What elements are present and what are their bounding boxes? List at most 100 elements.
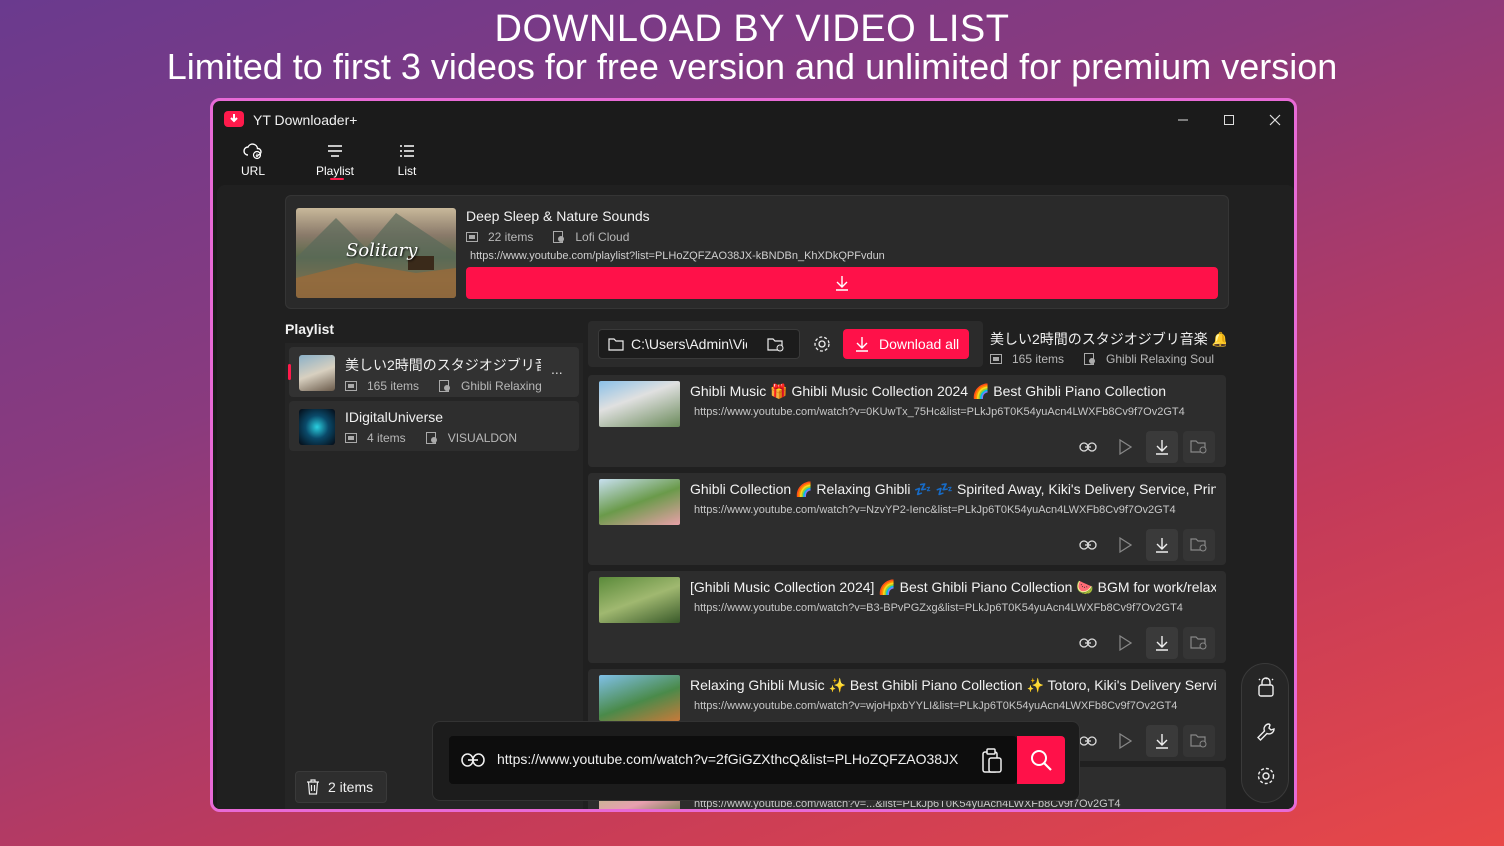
sidebar-item-ghibli[interactable]: 美しい2時間のスタジオジブリ音楽 🔔 165 items Ghibli Rela… [288, 347, 579, 397]
tab-playlist[interactable]: Playlist [305, 141, 365, 181]
video-url: https://www.youtube.com/watch?v=B3-BPvPG… [694, 602, 1183, 614]
download-icon [1156, 734, 1168, 749]
video-url: https://www.youtube.com/watch?v=NzvYP2-I… [694, 504, 1176, 516]
playlist-info-card: Solitary Deep Sleep & Nature Sounds 22 i… [285, 195, 1229, 309]
open-folder-button[interactable] [1183, 627, 1215, 659]
video-title: Ghibli Collection 🌈 Relaxing Ghibli 💤 💤 … [690, 481, 1216, 497]
tab-list-label: List [397, 164, 417, 178]
sidebar-item-name: IDigitalUniverse [345, 409, 444, 425]
url-input[interactable]: https://www.youtube.com/watch?v=2fGiGZXt… [449, 736, 1017, 784]
selected-indicator [288, 364, 291, 380]
clipboard-icon [982, 748, 1002, 773]
app-logo-icon [224, 111, 244, 127]
video-url: https://www.youtube.com/watch?v=wjoHpxbY… [694, 700, 1178, 712]
download-icon [1156, 538, 1168, 553]
download-playlist-button[interactable] [466, 267, 1218, 299]
link-icon [1079, 540, 1097, 550]
sidebar-item-name: 美しい2時間のスタジオジブリ音楽 🔔 [345, 357, 541, 373]
cloud-download-icon [243, 143, 262, 160]
promo-title: DOWNLOAD BY VIDEO LIST [494, 8, 1010, 50]
url-input-value: https://www.youtube.com/watch?v=2fGiGZXt… [497, 751, 959, 767]
tools-button[interactable] [1254, 720, 1278, 744]
play-button[interactable] [1109, 627, 1141, 659]
video-thumbnail [599, 381, 680, 427]
folder-icon [1190, 538, 1207, 552]
folder-icon [1190, 734, 1207, 748]
download-all-button[interactable]: Download all [843, 329, 969, 359]
open-folder-button[interactable] [1183, 431, 1215, 463]
copy-link-button[interactable] [1072, 529, 1104, 561]
tab-playlist-label: Playlist [315, 164, 354, 178]
video-count-icon [345, 433, 357, 443]
clear-playlists-button[interactable]: 2 items [295, 771, 387, 803]
sidebar-thumbnail [299, 355, 335, 391]
sidebar-item-meta: 165 items Ghibli Relaxing Soul [345, 379, 541, 393]
tab-list[interactable]: List [377, 141, 437, 181]
play-button[interactable] [1109, 725, 1141, 757]
sidebar-item-idigitaluniverse[interactable]: IDigitalUniverse 4 items VISUALDON [289, 401, 579, 451]
playlist-icon [328, 145, 342, 157]
link-icon [1079, 442, 1097, 452]
playlist-name: Deep Sleep & Nature Sounds [466, 208, 650, 224]
output-path-field[interactable]: C:\Users\Admin\Videos [598, 329, 800, 359]
magic-button[interactable] [1254, 676, 1278, 700]
video-title: Relaxing Ghibli Music ✨ Best Ghibli Pian… [690, 677, 1216, 693]
play-button[interactable] [1109, 529, 1141, 561]
open-folder-button[interactable] [1183, 725, 1215, 757]
sidebar-item-channel: VISUALDON [447, 431, 518, 445]
link-icon [1079, 736, 1097, 746]
output-path: C:\Users\Admin\Videos [631, 336, 747, 352]
play-icon [1119, 439, 1132, 455]
video-count-icon [990, 354, 1002, 364]
download-video-button[interactable] [1146, 431, 1178, 463]
download-video-button[interactable] [1146, 725, 1178, 757]
list-icon [400, 145, 414, 157]
title-bar: YT Downloader+ [213, 101, 1294, 139]
app-title: YT Downloader+ [253, 112, 358, 128]
sidebar-item-channel: Ghibli Relaxing Soul [461, 379, 541, 393]
link-icon [461, 753, 485, 767]
search-button[interactable] [1017, 736, 1065, 784]
app-window: YT Downloader+ URL Playlist List Solitar… [210, 98, 1297, 812]
channel-icon [439, 380, 451, 392]
video-title: [Ghibli Music Collection 2024] 🌈 Best Gh… [690, 579, 1216, 595]
open-folder-button[interactable] [1183, 529, 1215, 561]
channel-icon [425, 432, 437, 444]
tab-url[interactable]: URL [223, 141, 283, 181]
video-thumbnail [599, 577, 680, 623]
play-icon [1119, 635, 1132, 651]
copy-link-button[interactable] [1072, 431, 1104, 463]
video-item: Ghibli Music 🎁 Ghibli Music Collection 2… [588, 375, 1226, 467]
download-video-button[interactable] [1146, 529, 1178, 561]
video-thumbnail [599, 675, 680, 721]
sidebar-thumbnail [299, 409, 335, 445]
video-toolbar: C:\Users\Admin\Videos Download all [588, 321, 983, 367]
download-video-button[interactable] [1146, 627, 1178, 659]
playlist-meta: 22 items Lofi Cloud [466, 230, 629, 244]
playlist-thumbnail: Solitary [296, 208, 456, 298]
copy-link-button[interactable] [1072, 627, 1104, 659]
sidebar-item-count: 165 items [367, 379, 420, 393]
settings-gear-icon[interactable] [812, 334, 832, 354]
play-button[interactable] [1109, 431, 1141, 463]
selected-playlist-meta: 165 items Ghibli Relaxing Soul [990, 352, 1214, 366]
more-options-button[interactable]: ... [551, 361, 563, 377]
video-count-icon [345, 381, 357, 391]
playlist-url: https://www.youtube.com/playlist?list=PL… [470, 250, 885, 262]
download-icon [1156, 636, 1168, 651]
sidebar-item-meta: 4 items VISUALDON [345, 431, 517, 445]
playlist-item-count: 22 items [488, 230, 534, 244]
paste-clipboard-button[interactable] [981, 748, 1005, 774]
channel-icon [553, 231, 565, 243]
selected-channel: Ghibli Relaxing Soul [1106, 352, 1215, 366]
close-icon[interactable] [1255, 107, 1294, 133]
folder-icon [1190, 440, 1207, 454]
gear-icon [1257, 767, 1275, 785]
download-icon [1156, 440, 1168, 455]
minimize-icon[interactable] [1163, 107, 1203, 133]
maximize-icon[interactable] [1209, 107, 1249, 133]
tab-url-label: URL [240, 164, 265, 178]
browse-folder-icon[interactable] [767, 337, 785, 353]
settings-button[interactable] [1254, 764, 1278, 788]
floating-tools [1241, 663, 1289, 803]
